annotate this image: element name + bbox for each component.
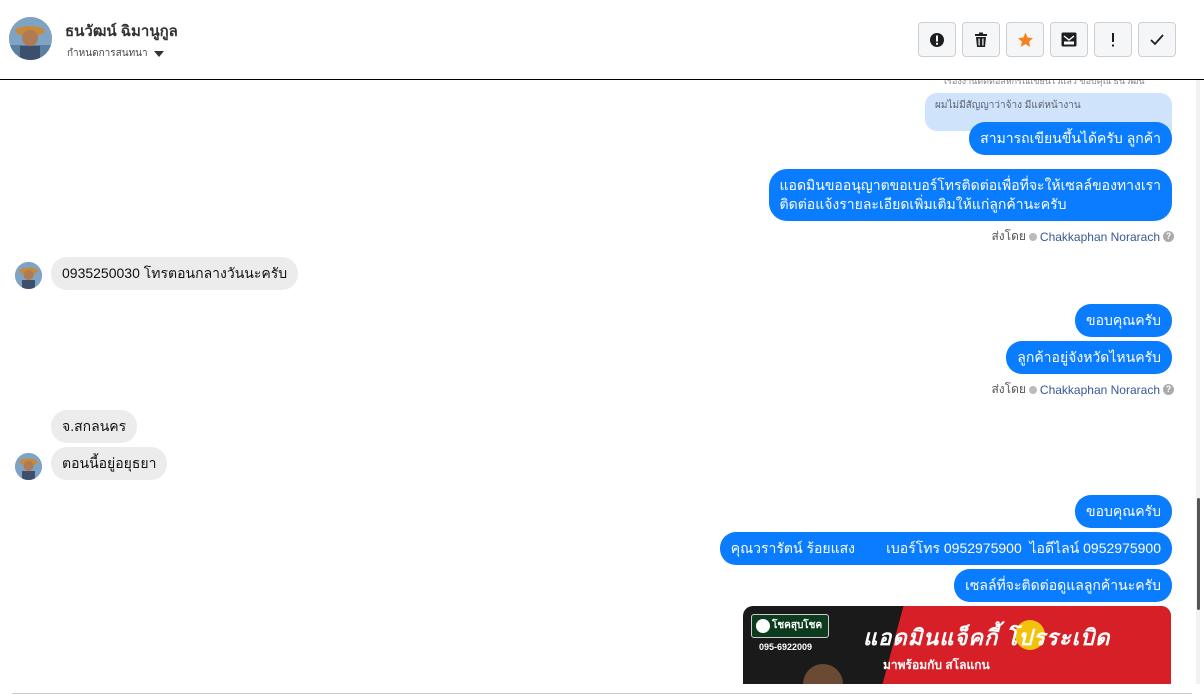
banner-phone: 095-6922009 xyxy=(759,642,813,652)
important-button[interactable] xyxy=(1094,22,1132,57)
message-line: แอดมินขออนุญาตขอเบอร์โทรติดต่อเพื่อที่จะ… xyxy=(779,177,1161,193)
message-thread[interactable]: เรื่องงานติดต่อสหกรณ์เขียนไว้แล้ว ขอบคุณ… xyxy=(0,80,1194,684)
message-line: ติดต่อแจ้งรายละเอียดเพิ่มเติมให้แก่ลูกค้… xyxy=(779,196,1067,212)
sent-by-text: ส่งโดย xyxy=(991,229,1026,243)
sent-by-label: ส่งโดย Chakkaphan Norarach ? xyxy=(991,227,1174,246)
help-icon[interactable]: ? xyxy=(1163,384,1174,395)
outgoing-message[interactable]: เซลล์ที่จะติดต่อดูแลลูกค้านะครับ xyxy=(954,569,1172,602)
banner-headline: แอดมินแจ็คกี้ โปรระเบิด xyxy=(863,625,1111,650)
sent-by-label: ส่งโดย Chakkaphan Norarach ? xyxy=(991,380,1174,399)
star-button[interactable] xyxy=(1006,22,1044,57)
composer-divider xyxy=(12,693,1192,694)
trash-icon xyxy=(975,32,987,47)
person-photo xyxy=(803,664,843,684)
incoming-message[interactable]: จ.สกลนคร xyxy=(51,410,138,443)
incoming-message[interactable]: 0935250030 โทรตอนกลางวันนะครับ xyxy=(51,257,299,290)
clipped-message-text: เรื่องงานติดต่อสหกรณ์เขียนไว้แล้ว ขอบคุณ… xyxy=(944,80,1145,86)
envelope-icon xyxy=(1061,32,1077,47)
done-button[interactable] xyxy=(1138,22,1176,57)
outgoing-message[interactable]: คุณวรารัตน์ ร้อยแสง เบอร์โทร 0952975900 … xyxy=(719,532,1172,565)
quoted-reply-text: ผมไม่มีสัญญาว่าจ้าง มีแต่หน้างาน xyxy=(935,100,1081,111)
banner-subline: มาพร้อมกับ สโลแกน xyxy=(883,658,990,672)
delete-button[interactable] xyxy=(962,22,1000,57)
logo-text: โชคสุบโชค xyxy=(772,620,823,631)
incoming-message[interactable]: ตอนนี้อยู่อยุธยา xyxy=(51,447,168,480)
check-circle-icon xyxy=(1028,385,1037,394)
contact-avatar-small xyxy=(15,453,42,480)
report-button[interactable] xyxy=(918,22,956,57)
logo-icon xyxy=(756,619,770,633)
caret-down-icon xyxy=(153,50,164,57)
conversation-header: ธนวัฒน์ ฉิมานูกูล กำหนดการสนทนา xyxy=(0,0,1204,80)
assign-conversation-dropdown[interactable]: กำหนดการสนทนา xyxy=(67,46,164,61)
outgoing-message[interactable]: ลูกค้าอยู่จังหวัดไหนครับ xyxy=(1006,341,1172,374)
agent-name[interactable]: Chakkaphan Norarach xyxy=(1040,230,1160,244)
outgoing-message[interactable]: แอดมินขออนุญาตขอเบอร์โทรติดต่อเพื่อที่จะ… xyxy=(768,169,1172,221)
contact-avatar-small xyxy=(15,262,42,289)
agent-name[interactable]: Chakkaphan Norarach xyxy=(1040,383,1160,397)
outgoing-message[interactable]: ขอบคุณครับ xyxy=(1075,304,1172,337)
sent-by-text: ส่งโดย xyxy=(991,382,1026,396)
brand-logo: โชคสุบโชค xyxy=(751,614,829,638)
contact-avatar[interactable] xyxy=(9,17,52,60)
conversation-toolbar xyxy=(918,22,1176,57)
exclamation-icon xyxy=(1112,32,1114,46)
assign-label: กำหนดการสนทนา xyxy=(67,48,148,59)
mark-unread-button[interactable] xyxy=(1050,22,1088,57)
outgoing-message[interactable]: สามารถเขียนขึ้นได้ครับ ลูกค้า xyxy=(969,122,1172,155)
outgoing-message[interactable]: ขอบคุณครับ xyxy=(1075,495,1172,528)
star-icon xyxy=(1017,32,1033,47)
check-circle-icon xyxy=(1028,232,1037,241)
check-icon xyxy=(1150,33,1164,45)
alert-circle-icon xyxy=(930,32,944,47)
scrollbar-thumb[interactable] xyxy=(1197,498,1200,610)
contact-name: ธนวัฒน์ ฉิมานูกูล xyxy=(65,23,178,40)
help-icon[interactable]: ? xyxy=(1163,231,1174,242)
promo-image-message[interactable]: โชคสุบโชค 095-6922009 แอดมินแจ็คกี้ โปรร… xyxy=(743,606,1171,684)
